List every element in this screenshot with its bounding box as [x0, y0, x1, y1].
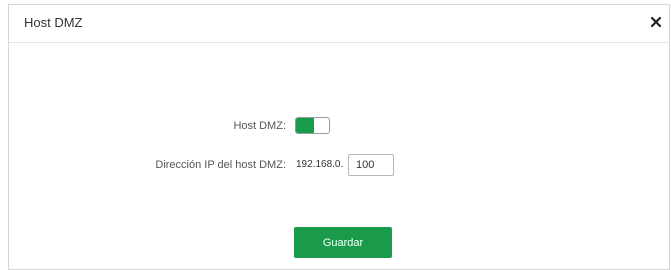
host-dmz-row: Host DMZ:: [9, 114, 669, 138]
ip-last-octet-input[interactable]: [348, 154, 394, 176]
close-icon[interactable]: [648, 14, 664, 30]
dialog-header: Host DMZ: [9, 5, 669, 43]
toggle-on-indicator: [296, 118, 314, 133]
dialog-title: Host DMZ: [24, 15, 83, 30]
save-button[interactable]: Guardar: [294, 227, 392, 258]
host-dmz-toggle[interactable]: [295, 117, 330, 134]
ip-prefix: 192.168.0.: [296, 159, 344, 170]
host-dmz-label: Host DMZ:: [233, 120, 286, 132]
dmz-ip-row: Dirección IP del host DMZ: 192.168.0.: [9, 153, 669, 177]
dmz-ip-label: Dirección IP del host DMZ:: [155, 159, 286, 171]
host-dmz-dialog: Host DMZ Host DMZ: Dirección IP del host…: [8, 4, 670, 270]
